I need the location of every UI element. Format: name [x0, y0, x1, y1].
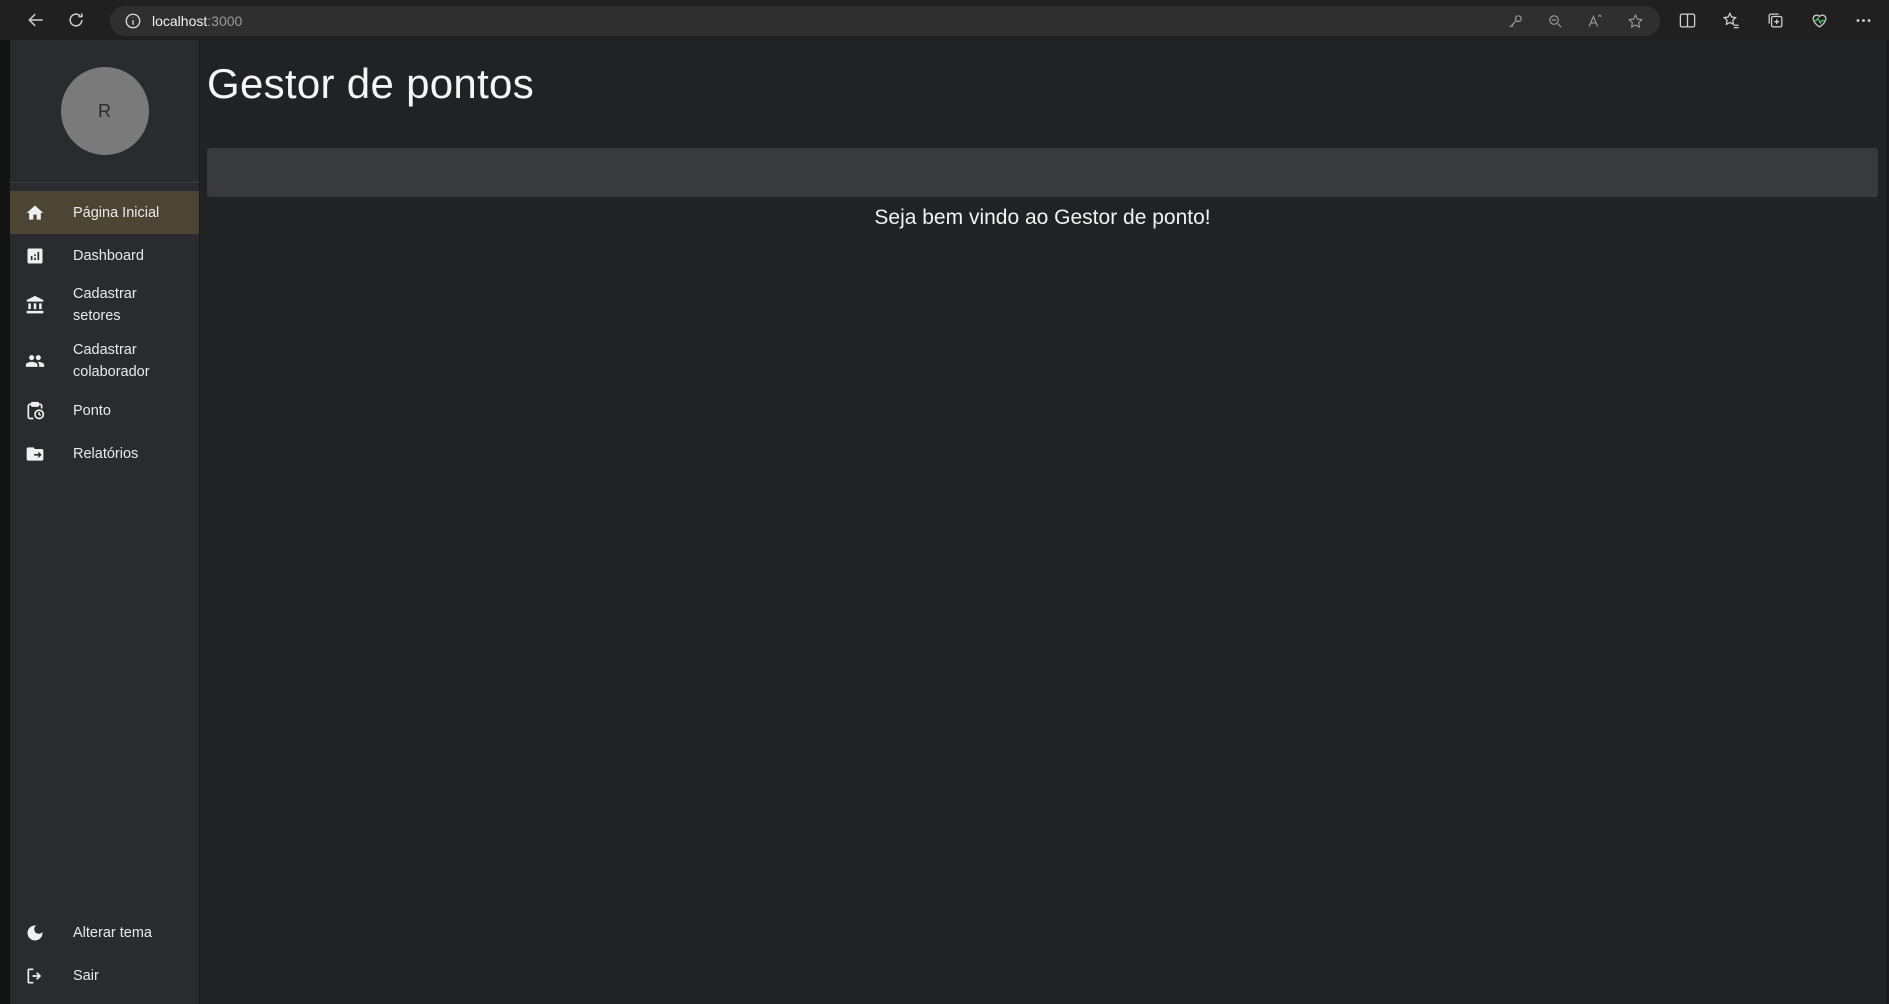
refresh-button[interactable] [56, 0, 96, 40]
url-port: :3000 [207, 13, 243, 29]
key-icon [1508, 14, 1522, 28]
read-aloud-button[interactable] [1578, 6, 1612, 36]
sidebar-item-label: Dashboard [73, 247, 144, 264]
collections-icon [1768, 13, 1782, 27]
avatar[interactable]: R [60, 67, 149, 155]
sidebar-item-ponto[interactable]: Ponto [10, 389, 199, 432]
sidebar: R Página Inicial Dashboard Cadastrar set… [10, 40, 200, 1004]
moon-icon [25, 923, 45, 943]
sidebar-item-label: Página Inicial [73, 204, 160, 221]
password-key-button[interactable] [1498, 6, 1532, 36]
sidebar-item-label: Ponto [73, 402, 111, 419]
sidebar-menu: Página Inicial Dashboard Cadastrar setor… [10, 191, 199, 475]
sidebar-item-cadastrar-colaborador[interactable]: Cadastrar colaborador [10, 333, 199, 389]
top-panel [207, 148, 1878, 197]
url-host: localhost [152, 13, 208, 29]
favorites-button[interactable] [1709, 0, 1753, 40]
refresh-icon [69, 13, 83, 27]
browser-extensions [1665, 0, 1889, 40]
sidebar-item-dashboard[interactable]: Dashboard [10, 234, 199, 277]
zoom-out-icon [1548, 14, 1562, 28]
sidebar-item-sair[interactable]: Sair [10, 954, 199, 997]
logout-icon [25, 966, 45, 986]
welcome-message: Seja bem vindo ao Gestor de ponto! [874, 206, 1211, 229]
info-icon[interactable] [124, 12, 142, 30]
more-options-button[interactable] [1841, 0, 1885, 40]
sidebar-item-label: Sair [73, 967, 99, 984]
favorites-icon [1722, 11, 1739, 28]
heart-pulse-icon [1812, 14, 1826, 28]
avatar-section: R [10, 40, 199, 183]
split-screen-button[interactable] [1665, 0, 1709, 40]
main-content: Gestor de pontos Seja bem vindo ao Gesto… [200, 40, 1886, 1004]
page-title: Gestor de pontos [207, 60, 534, 107]
chart-icon [25, 246, 45, 266]
zoom-button[interactable] [1538, 6, 1572, 36]
people-icon [25, 351, 45, 371]
sidebar-item-label: Relatórios [73, 445, 139, 462]
back-arrow-icon [28, 13, 43, 27]
home-icon [25, 203, 45, 223]
avatar-initial: R [98, 100, 111, 121]
address-bar-actions [1498, 6, 1652, 36]
sidebar-item-label: Cadastrar setores [73, 286, 137, 324]
split-screen-icon [1679, 13, 1695, 27]
sidebar-item-pagina-inicial[interactable]: Página Inicial [10, 191, 199, 234]
collections-button[interactable] [1753, 0, 1797, 40]
app-window: R Página Inicial Dashboard Cadastrar set… [10, 40, 1886, 1004]
sidebar-bottom-menu: Alterar tema Sair [10, 911, 199, 997]
back-button[interactable] [16, 0, 56, 40]
sidebar-item-cadastrar-setores[interactable]: Cadastrar setores [10, 277, 199, 333]
sidebar-item-label: Alterar tema [73, 924, 152, 941]
folder-arrow-icon [25, 444, 45, 464]
favorite-button[interactable] [1618, 6, 1652, 36]
browser-toolbar: localhost:3000 [0, 0, 1889, 40]
window-edge [0, 40, 10, 1004]
sidebar-item-relatorios[interactable]: Relatórios [10, 432, 199, 475]
sidebar-item-alterar-tema[interactable]: Alterar tema [10, 911, 199, 954]
sidebar-item-label: Cadastrar colaborador [73, 342, 150, 380]
clipboard-clock-icon [25, 401, 45, 421]
address-bar[interactable]: localhost:3000 [110, 6, 1660, 36]
health-extension-button[interactable] [1797, 0, 1841, 40]
read-aloud-icon [1588, 13, 1602, 27]
bank-icon [25, 295, 45, 315]
star-icon [1627, 13, 1643, 28]
more-horizontal-icon [1856, 18, 1870, 22]
